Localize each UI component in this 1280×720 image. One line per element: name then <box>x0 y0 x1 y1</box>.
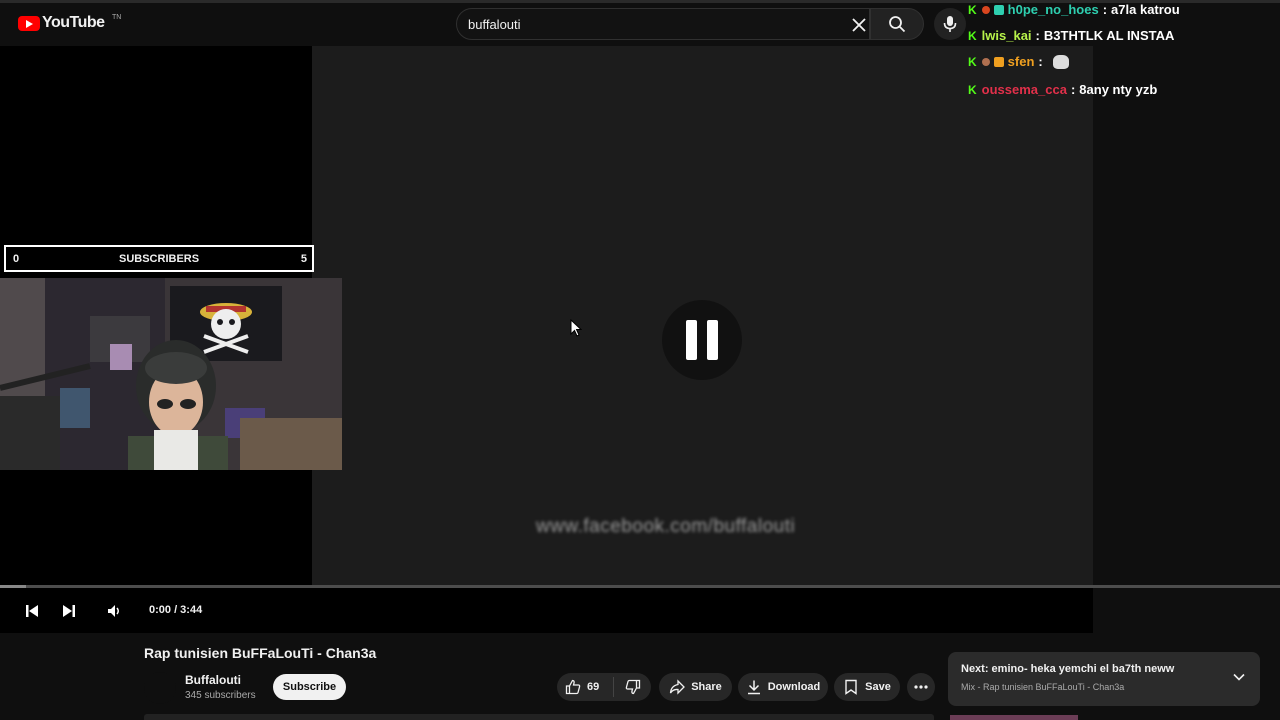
close-icon <box>852 18 866 32</box>
thumbs-down-icon <box>625 679 640 695</box>
streamer-webcam <box>0 278 342 470</box>
chat-username[interactable]: sfen <box>1008 54 1035 69</box>
subscriber-goal-target: 5 <box>300 253 307 265</box>
youtube-logo[interactable]: YouTube TN <box>18 14 121 32</box>
subscriber-goal-label: SUBSCRIBERS <box>119 253 200 265</box>
up-next-title: Next: emino- heka yemchi el ba7th neww <box>961 663 1175 675</box>
badge-icon <box>981 5 990 14</box>
progress-bar[interactable] <box>0 585 1280 588</box>
save-button[interactable]: Save <box>834 673 900 701</box>
up-next-card[interactable]: Next: emino- heka yemchi el ba7th neww M… <box>948 652 1260 706</box>
youtube-play-logo-icon <box>18 15 40 31</box>
subscriber-goal-overlay: 0 SUBSCRIBERS 5 <box>4 245 314 272</box>
previous-button[interactable] <box>20 600 44 622</box>
chat-message: K lwis_kai : B3THTLK AL INSTAA <box>968 28 1174 43</box>
logo-country-code: TN <box>112 14 122 21</box>
recommended-thumbnail-edge[interactable] <box>950 715 1078 720</box>
bookmark-icon <box>845 679 857 695</box>
description-box-edge <box>144 714 934 720</box>
chat-text: a7la katrou <box>1111 2 1180 17</box>
search-button[interactable] <box>870 8 924 40</box>
chat-separator: : <box>1038 54 1043 69</box>
search-input[interactable] <box>468 10 828 38</box>
chat-username[interactable]: lwis_kai <box>982 28 1032 43</box>
thumbs-up-icon <box>565 679 581 695</box>
share-button[interactable]: Share <box>659 673 732 701</box>
save-label: Save <box>865 681 891 693</box>
download-button[interactable]: Download <box>738 673 828 701</box>
chat-separator: : <box>1070 82 1076 97</box>
download-label: Download <box>767 681 821 693</box>
emote-icon <box>1052 54 1069 69</box>
subscribe-button[interactable]: Subscribe <box>273 674 346 700</box>
kick-logo-icon: K <box>968 2 977 17</box>
chat-separator: : <box>1035 28 1040 43</box>
chat-username[interactable]: h0pe_no_hoes <box>1008 2 1099 17</box>
kick-logo-icon: K <box>968 54 977 69</box>
like-button[interactable]: 69 <box>557 677 615 697</box>
pause-icon-bar-left <box>686 320 697 360</box>
chat-message: K h0pe_no_hoes : a7la katrou <box>968 2 1180 17</box>
dislike-button[interactable] <box>614 677 651 697</box>
subscriber-goal-current: 0 <box>13 253 20 265</box>
subscriber-count: 345 subscribers <box>185 690 256 701</box>
chat-text: 8any nty yzb <box>1079 82 1158 97</box>
kick-logo-icon: K <box>968 28 977 43</box>
channel-name[interactable]: Buffalouti <box>185 673 241 687</box>
video-watermark: www.facebook.com/buffalouti <box>536 516 796 537</box>
webcam-scene <box>0 278 342 470</box>
badge-icon <box>993 4 1004 15</box>
channel-avatar[interactable] <box>144 672 176 704</box>
up-next-playlist: Mix - Rap tunisien BuFFaLouTi - Chan3a <box>961 682 1125 692</box>
next-button[interactable] <box>57 600 81 622</box>
chat-message: K oussema_cca : 8any nty yzb <box>968 82 1157 97</box>
pause-icon-bar-right <box>707 320 718 360</box>
video-title: Rap tunisien BuFFaLouTi - Chan3a <box>144 645 377 661</box>
like-count: 69 <box>587 681 600 693</box>
download-icon <box>747 680 760 695</box>
clear-search-button[interactable] <box>846 12 872 38</box>
chat-text: B3THTLK AL INSTAA <box>1043 28 1175 43</box>
volume-button[interactable] <box>102 600 126 622</box>
mouse-cursor-icon <box>570 319 582 337</box>
share-label: Share <box>691 681 722 693</box>
skip-previous-icon <box>26 605 38 617</box>
chat-overlay: K h0pe_no_hoes : a7la katrou K lwis_kai … <box>962 0 1280 104</box>
share-icon <box>670 679 686 695</box>
chat-username[interactable]: oussema_cca <box>982 82 1067 97</box>
chat-message: K sfen : <box>968 54 1069 69</box>
search-icon <box>889 16 906 33</box>
skip-next-icon <box>63 605 75 617</box>
chevron-down-icon[interactable] <box>1232 670 1246 684</box>
time-display: 0:00 / 3:44 <box>149 604 203 616</box>
logo-text: YouTube <box>42 14 105 31</box>
more-actions-button[interactable] <box>907 673 935 701</box>
badge-icon <box>981 57 990 66</box>
pause-indicator <box>662 300 742 380</box>
like-dislike-group: 69 <box>557 673 651 701</box>
more-horizontal-icon <box>914 685 928 689</box>
chat-separator: : <box>1102 2 1108 17</box>
kick-logo-icon: K <box>968 82 977 97</box>
volume-icon <box>108 605 119 617</box>
crown-badge-icon <box>993 56 1004 67</box>
microphone-icon <box>943 16 957 32</box>
progress-bar-played <box>0 585 26 588</box>
